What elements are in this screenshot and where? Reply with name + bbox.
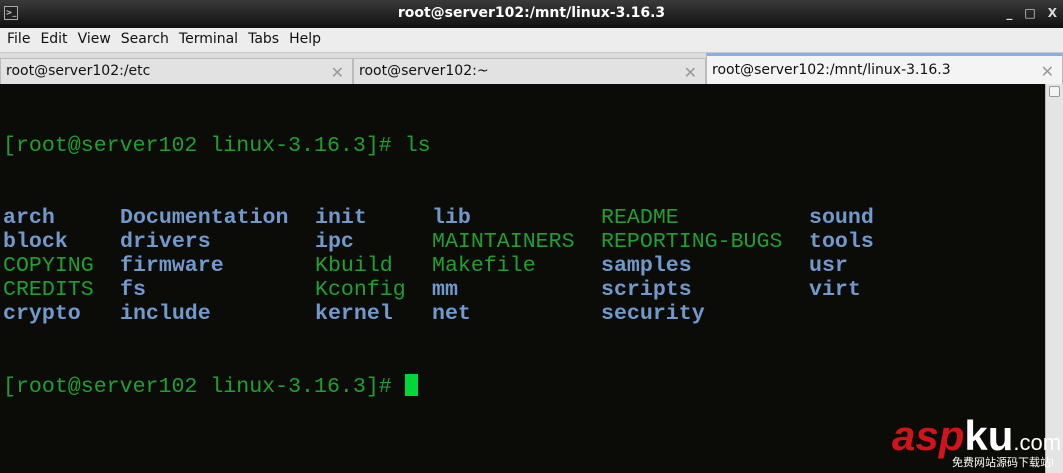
- tab-home[interactable]: root@server102:~ ✕: [353, 58, 706, 85]
- directory-entry: block: [3, 230, 68, 254]
- directory-entry: ipc: [315, 230, 354, 254]
- file-entry: Kbuild: [315, 254, 393, 278]
- minimize-button[interactable]: _: [1006, 6, 1012, 20]
- directory-entry: init: [315, 206, 367, 230]
- maximize-button[interactable]: □: [1024, 6, 1035, 20]
- directory-entry: tools: [809, 230, 874, 254]
- watermark-logo: aspku.com 免费网站源码下载站!: [892, 412, 1062, 469]
- ls-row: crypto include kernel net security: [3, 302, 1045, 326]
- directory-entry: net: [432, 302, 471, 326]
- directory-entry: crypto: [3, 302, 81, 326]
- directory-entry: drivers: [120, 230, 211, 254]
- close-tab-icon[interactable]: ✕: [331, 63, 344, 82]
- ls-row: CREDITS fs Kconfig mm scripts virt: [3, 278, 1045, 302]
- file-entry: Kconfig: [315, 278, 406, 302]
- tab-label: root@server102:/etc: [6, 63, 151, 79]
- menu-bar: File Edit View Search Terminal Tabs Help: [0, 28, 1063, 52]
- file-entry: Makefile: [432, 254, 536, 278]
- menu-tabs[interactable]: Tabs: [243, 28, 284, 52]
- directory-entry: fs: [120, 278, 146, 302]
- menu-help[interactable]: Help: [284, 28, 326, 52]
- file-entry: REPORTING-BUGS: [601, 230, 783, 254]
- scroll-up-arrow-icon[interactable]: [1049, 86, 1060, 97]
- ls-row: COPYING firmware Kbuild Makefile samples usr: [3, 254, 1045, 278]
- prompt-line: [root@server102 linux-3.16.3]# ls: [3, 134, 431, 158]
- file-entry: COPYING: [3, 254, 94, 278]
- close-button[interactable]: X: [1048, 6, 1057, 20]
- menu-edit[interactable]: Edit: [35, 28, 72, 52]
- tab-etc[interactable]: root@server102:/etc ✕: [0, 58, 353, 85]
- directory-entry: sound: [809, 206, 874, 230]
- tab-bar: root@server102:/etc ✕ root@server102:~ ✕…: [0, 52, 1063, 85]
- menu-view[interactable]: View: [73, 28, 116, 52]
- directory-entry: lib: [432, 206, 471, 230]
- directory-entry: usr: [809, 254, 848, 278]
- title-bar: >_ root@server102:/mnt/linux-3.16.3 _ □ …: [0, 0, 1063, 28]
- tab-linux-active[interactable]: root@server102:/mnt/linux-3.16.3 ✕: [706, 53, 1063, 85]
- directory-entry: mm: [432, 278, 458, 302]
- tab-label: root@server102:/mnt/linux-3.16.3: [712, 62, 951, 78]
- directory-entry: scripts: [601, 278, 692, 302]
- directory-entry: security: [601, 302, 705, 326]
- directory-entry: virt: [809, 278, 861, 302]
- file-entry: MAINTAINERS: [432, 230, 575, 254]
- directory-entry: samples: [601, 254, 692, 278]
- prompt-line: [root@server102 linux-3.16.3]#: [3, 375, 405, 399]
- directory-entry: kernel: [315, 302, 393, 326]
- menu-terminal[interactable]: Terminal: [174, 28, 243, 52]
- tab-label: root@server102:~: [359, 63, 489, 79]
- file-entry: README: [601, 206, 679, 230]
- directory-entry: Documentation: [120, 206, 289, 230]
- terminal-output[interactable]: [root@server102 linux-3.16.3]# ls arch Do…: [0, 84, 1045, 473]
- ls-row: arch Documentation init lib README sound: [3, 206, 1045, 230]
- ls-row: block drivers ipc MAINTAINERS REPORTING-BUGS…: [3, 230, 1045, 254]
- cursor: [404, 374, 418, 396]
- directory-entry: include: [120, 302, 211, 326]
- close-tab-icon[interactable]: ✕: [1041, 62, 1054, 81]
- close-tab-icon[interactable]: ✕: [684, 63, 697, 82]
- window-title: root@server102:/mnt/linux-3.16.3: [397, 5, 666, 21]
- menu-search[interactable]: Search: [116, 28, 174, 52]
- directory-entry: arch: [3, 206, 55, 230]
- file-entry: CREDITS: [3, 278, 94, 302]
- menu-file[interactable]: File: [2, 28, 35, 52]
- directory-entry: firmware: [120, 254, 224, 278]
